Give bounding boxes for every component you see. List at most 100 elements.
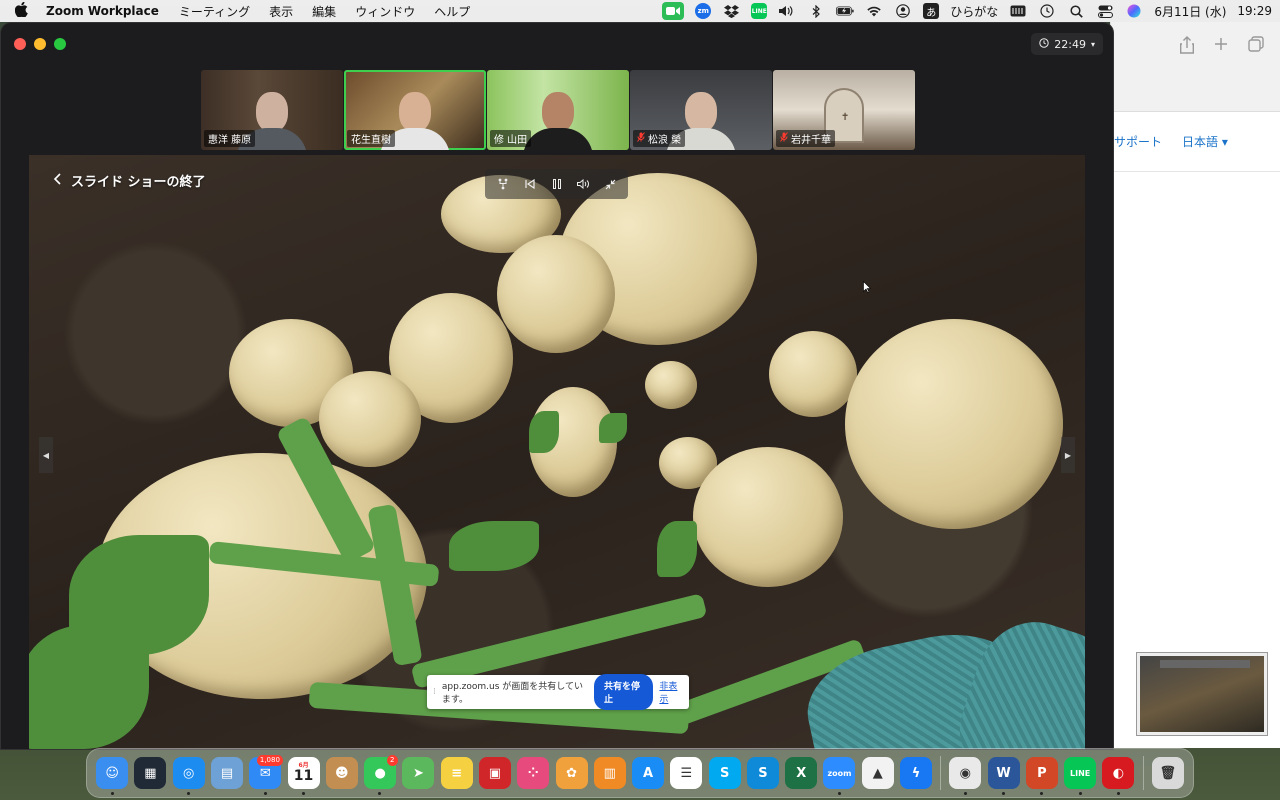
- browser-toolbar: [1111, 22, 1280, 112]
- dock-app-preview[interactable]: ▤: [208, 754, 245, 792]
- participant-tile-active-speaker[interactable]: 花生直樹: [344, 70, 486, 150]
- calendar-day-label: 11: [293, 768, 314, 784]
- notification-badge: 1,080: [256, 755, 283, 766]
- app-name-menu[interactable]: Zoom Workplace: [46, 4, 159, 18]
- slideshow-settings-button[interactable]: [489, 173, 516, 195]
- dock-app-photo-booth[interactable]: ▣: [476, 754, 513, 792]
- safari-icon: ◎: [172, 757, 205, 789]
- minimize-window-button[interactable]: [34, 38, 46, 50]
- menu-help[interactable]: ヘルプ: [434, 3, 470, 20]
- next-page-arrow-icon[interactable]: ▶: [1061, 437, 1075, 473]
- control-center-icon[interactable]: [1096, 4, 1114, 18]
- participant-tile[interactable]: ✝ 岩井千華: [773, 70, 915, 150]
- dock-app-zoom[interactable]: zoom: [821, 754, 858, 795]
- dock-app-messenger[interactable]: ϟ: [897, 754, 934, 792]
- fullscreen-window-button[interactable]: [54, 38, 66, 50]
- previous-slide-button[interactable]: [516, 173, 543, 195]
- menu-view[interactable]: 表示: [269, 3, 293, 20]
- wifi-icon[interactable]: [865, 4, 883, 18]
- dock-app-trash[interactable]: 🗑: [1149, 754, 1186, 792]
- potato: [645, 361, 697, 409]
- input-method-icon[interactable]: あ: [923, 3, 940, 19]
- dock-separator: [940, 756, 942, 790]
- meeting-timer[interactable]: 22:49 ▾: [1031, 33, 1103, 55]
- dock-app-calendar[interactable]: 6月 11: [285, 754, 322, 795]
- dock-app-excel[interactable]: X: [783, 754, 820, 792]
- plant-leaf: [449, 521, 539, 571]
- running-indicator: [1040, 792, 1044, 795]
- running-indicator: [1116, 792, 1120, 795]
- dock-app-maps[interactable]: ➤: [400, 754, 437, 792]
- cross-icon: ✝: [841, 112, 850, 123]
- zoom-meeting-status-icon[interactable]: [662, 2, 685, 20]
- menu-meeting[interactable]: ミーティング: [179, 3, 250, 20]
- support-link[interactable]: サポート: [1114, 133, 1162, 150]
- previous-page-arrow-icon[interactable]: ◀: [39, 437, 53, 473]
- language-selector[interactable]: 日本語 ▾: [1182, 133, 1228, 150]
- pause-slideshow-button[interactable]: [543, 173, 570, 195]
- dock-app-mission-control[interactable]: ▦: [132, 754, 169, 792]
- dock-app-notes[interactable]: ≡: [438, 754, 475, 792]
- input-method-label[interactable]: ひらがな: [950, 3, 998, 20]
- hide-banner-link[interactable]: 非表示: [659, 679, 683, 705]
- battery-icon[interactable]: [836, 4, 854, 18]
- dock-app-trend-micro[interactable]: ◐: [1100, 754, 1137, 795]
- thumbnail-image: [1140, 656, 1264, 732]
- time-machine-icon[interactable]: [1038, 4, 1056, 18]
- screenshot-thumbnail-preview[interactable]: [1136, 652, 1268, 736]
- keyboard-icon[interactable]: [1009, 4, 1027, 18]
- dock-app-google-drive[interactable]: ▲: [859, 754, 896, 792]
- participant-name: 花生直樹: [351, 135, 391, 146]
- dock-app-chrome[interactable]: ◉: [947, 754, 984, 795]
- shared-screen[interactable]: スライド ショーの終了 ◀ ▶ ⁞ app.zoom.us が画面を共有していま…: [29, 155, 1085, 749]
- dock-app-reminders[interactable]: ☰: [668, 754, 705, 792]
- dock-app-books[interactable]: ▥: [591, 754, 628, 792]
- menu-bar-date[interactable]: 6月11日 (水): [1154, 3, 1226, 20]
- dock-app-word[interactable]: W: [985, 754, 1022, 795]
- dock-app-contacts[interactable]: ☻: [323, 754, 360, 792]
- user-account-icon[interactable]: [894, 4, 912, 18]
- zoom-menu-icon[interactable]: zm: [695, 3, 712, 19]
- siri-icon[interactable]: [1125, 4, 1143, 18]
- drag-handle-icon[interactable]: ⁞: [433, 687, 436, 697]
- participant-tile[interactable]: 修 山田: [487, 70, 629, 150]
- dropbox-icon[interactable]: [722, 4, 740, 18]
- apple-menu-icon[interactable]: [14, 1, 28, 21]
- line-status-icon[interactable]: LINE: [751, 3, 768, 19]
- bluetooth-icon[interactable]: [807, 4, 825, 18]
- exit-fullscreen-button[interactable]: [597, 173, 624, 195]
- finder-icon: ☺: [96, 757, 129, 789]
- dock-app-line[interactable]: LINE: [1062, 754, 1099, 795]
- participant-tile[interactable]: 惠洋 藤原: [201, 70, 343, 150]
- dock-app-skype[interactable]: S: [706, 754, 743, 792]
- dock-app-launchpad[interactable]: ⁘: [515, 754, 552, 792]
- new-tab-icon[interactable]: [1214, 36, 1228, 58]
- background-browser-window: サポート 日本語 ▾: [1110, 22, 1280, 748]
- exit-slideshow-button[interactable]: スライド ショーの終了: [53, 171, 206, 190]
- dock-app-finder[interactable]: ☺: [94, 754, 131, 795]
- close-window-button[interactable]: [14, 38, 26, 50]
- dock-app-app-store[interactable]: A: [629, 754, 666, 792]
- dock-app-powerpoint[interactable]: P: [1023, 754, 1060, 795]
- dock-app-skype-for-business[interactable]: S: [744, 754, 781, 792]
- participant-name: 岩井千華: [791, 135, 831, 146]
- participant-tile[interactable]: 松浪 榮: [630, 70, 772, 150]
- screen-sharing-banner: ⁞ app.zoom.us が画面を共有しています。 共有を停止 非表示: [427, 674, 689, 710]
- menu-window[interactable]: ウィンドウ: [355, 3, 415, 20]
- tab-overview-icon[interactable]: [1248, 36, 1264, 58]
- dock-app-safari[interactable]: ◎: [170, 754, 207, 795]
- share-icon[interactable]: [1180, 36, 1194, 58]
- dock-app-photos[interactable]: ✿: [553, 754, 590, 792]
- stop-sharing-button[interactable]: 共有を停止: [594, 674, 654, 710]
- maps-icon: ➤: [402, 757, 435, 789]
- running-indicator: [1001, 792, 1005, 795]
- dock-app-messages[interactable]: ● 2: [361, 754, 398, 795]
- books-icon: ▥: [593, 757, 626, 789]
- volume-icon[interactable]: [570, 173, 597, 195]
- dock-app-mail[interactable]: ✉ 1,080: [247, 754, 284, 795]
- spotlight-search-icon[interactable]: [1067, 4, 1085, 18]
- menu-bar-clock[interactable]: 19:29: [1237, 4, 1272, 18]
- volume-icon[interactable]: [778, 4, 796, 18]
- menu-edit[interactable]: 編集: [312, 3, 336, 20]
- participant-video: [685, 92, 717, 132]
